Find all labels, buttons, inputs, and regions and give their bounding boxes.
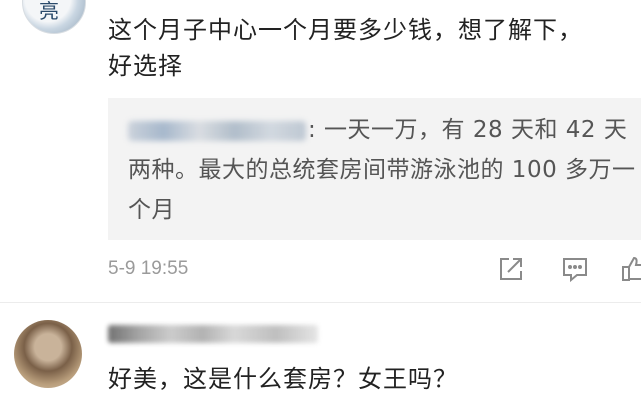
reply-box[interactable]: : 一天一万，有 28 天和 42 天两种。最大的总统套房间带游泳池的 100 … [108, 98, 641, 240]
reply-text: : 一天一万，有 28 天和 42 天两种。最大的总统套房间带游泳池的 100 … [128, 110, 638, 230]
comment-icon [563, 258, 587, 283]
comment-text-line2: 好选择 [108, 52, 183, 80]
avatar-glyph: 亮 [39, 0, 59, 23]
blurred-username-2[interactable] [108, 325, 318, 347]
reply-button[interactable] [560, 254, 590, 284]
commenter-avatar-2[interactable] [14, 320, 82, 388]
comment-timestamp: 5-9 19:55 [108, 258, 189, 279]
share-icon [500, 258, 522, 280]
comment-text-2: 好美，这是什么套房？女王吗？ [108, 365, 458, 393]
commenter-avatar[interactable]: 亮 [22, 0, 86, 34]
share-button[interactable] [496, 254, 526, 284]
blurred-reply-username[interactable] [128, 120, 306, 141]
comment-divider [0, 302, 641, 303]
like-button[interactable] [620, 254, 641, 284]
comment-text-line1: 这个月子中心一个月要多少钱，想了解下， [108, 16, 583, 44]
like-icon [622, 256, 641, 281]
blurred-username-2-mask [108, 325, 318, 343]
comment-text: 这个月子中心一个月要多少钱，想了解下， 好选择 [108, 12, 633, 84]
